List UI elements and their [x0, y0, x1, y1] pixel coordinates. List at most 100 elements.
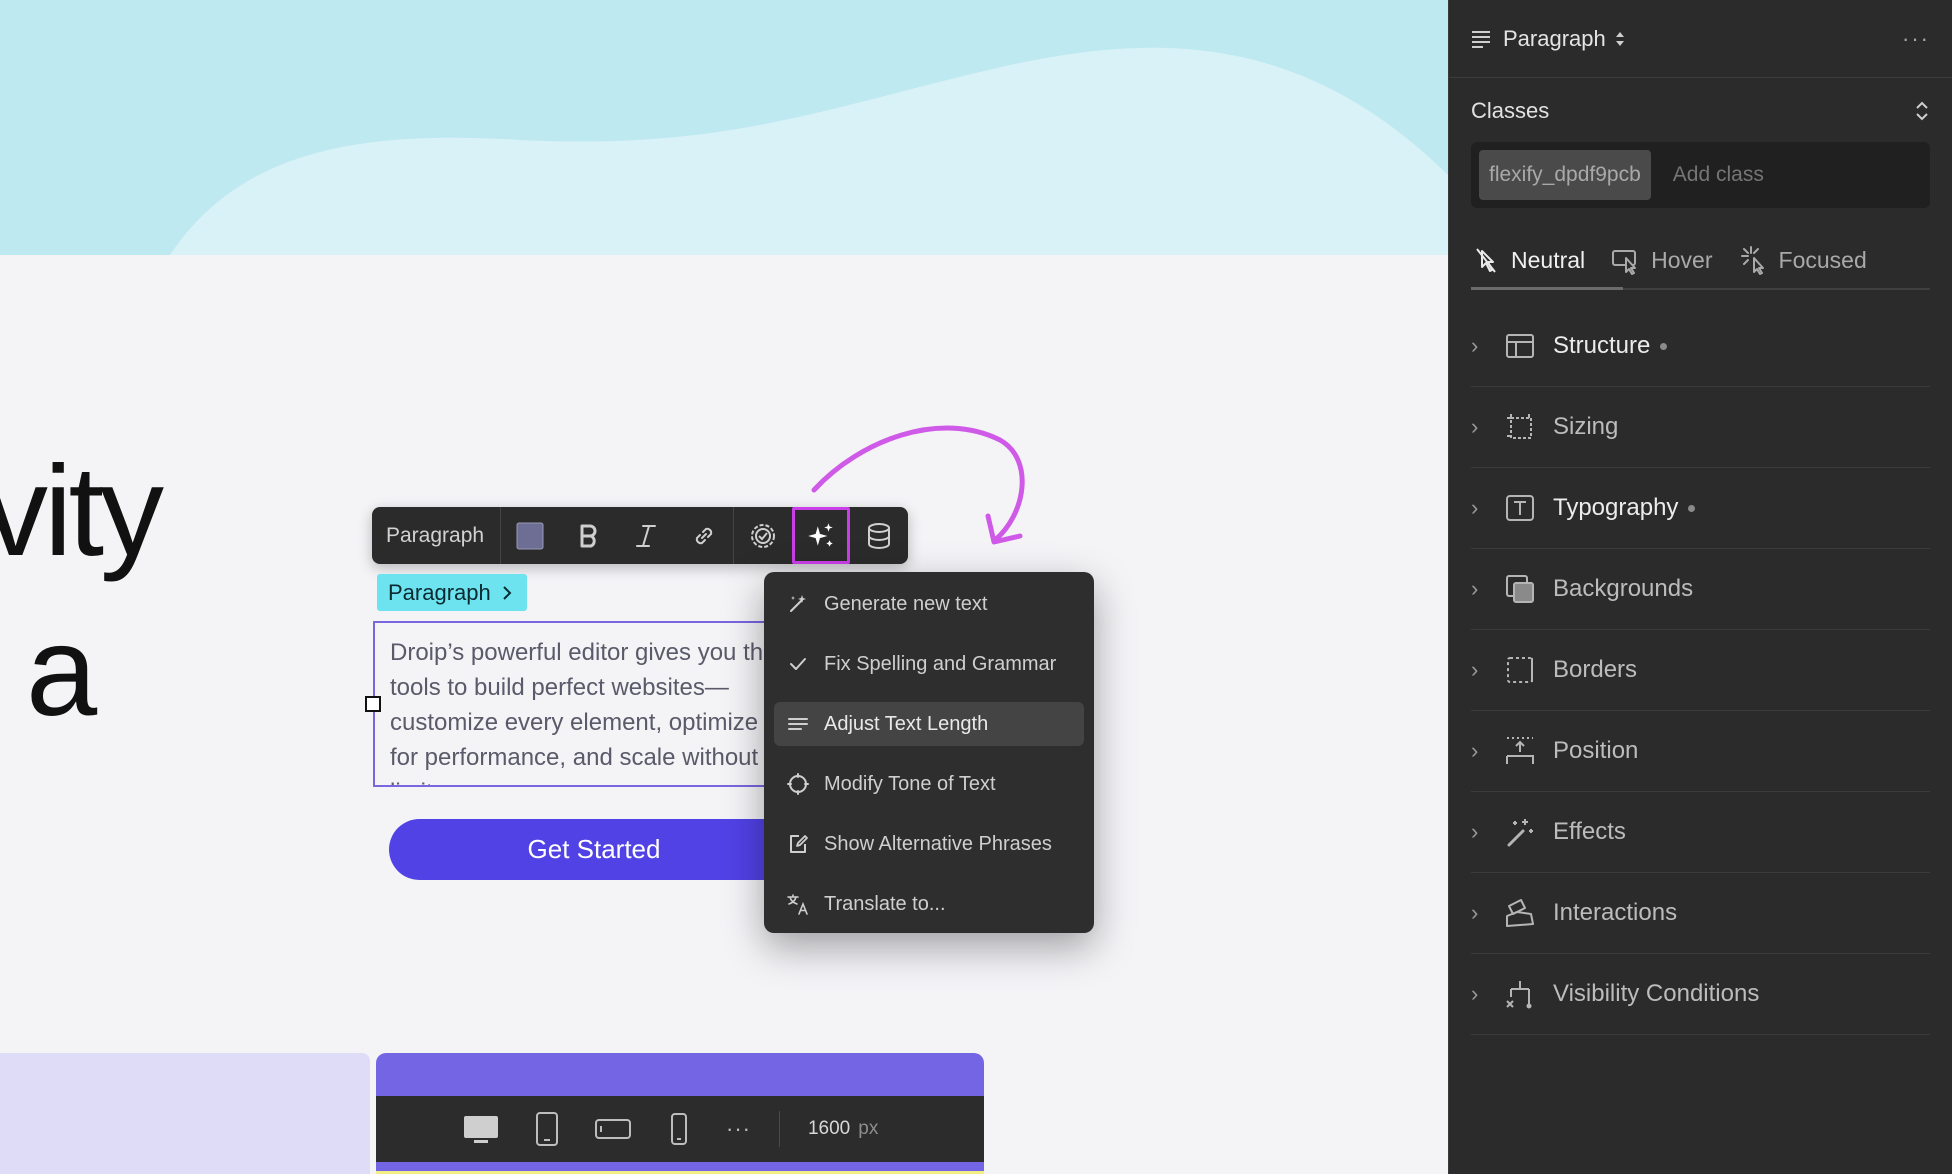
- tab-label: Hover: [1651, 246, 1713, 273]
- section-backgrounds[interactable]: › Backgrounds: [1471, 549, 1930, 630]
- ai-alternative-phrases[interactable]: Show Alternative Phrases: [774, 822, 1084, 866]
- conditions-icon: [1506, 981, 1532, 1009]
- design-canvas[interactable]: vity a Paragraph Paragraph Droip’s power…: [0, 0, 1448, 1174]
- italic-button[interactable]: [617, 507, 675, 564]
- panel-header: Paragraph ···: [1449, 0, 1952, 78]
- add-class-input[interactable]: [1672, 163, 1873, 187]
- ai-item-label: Adjust Text Length: [824, 712, 989, 735]
- focused-state-icon: [1740, 246, 1764, 275]
- modified-dot: [1660, 342, 1668, 350]
- more-devices-button[interactable]: ···: [726, 1116, 751, 1142]
- border-icon: [1507, 657, 1533, 683]
- position-icon: [1506, 737, 1534, 764]
- style-sections: › Structure › Sizing › Typography › Back…: [1449, 306, 1952, 1035]
- mobile-icon[interactable]: [660, 1112, 698, 1146]
- ai-item-label: Generate new text: [824, 592, 988, 615]
- paragraph-icon: [1472, 30, 1490, 48]
- section-sizing[interactable]: › Sizing: [1471, 387, 1930, 468]
- tab-neutral[interactable]: Neutral: [1471, 245, 1585, 275]
- tab-focused[interactable]: Focused: [1739, 245, 1867, 275]
- classes-header: Classes: [1449, 80, 1952, 142]
- chevron-right-icon: ›: [1471, 333, 1479, 358]
- link-button[interactable]: [675, 507, 733, 564]
- chevron-right-icon: ›: [1471, 738, 1479, 763]
- tab-label: Focused: [1778, 246, 1867, 273]
- section-label: Sizing: [1553, 413, 1619, 440]
- section-borders[interactable]: › Borders: [1471, 630, 1930, 711]
- section-effects[interactable]: › Effects: [1471, 792, 1930, 873]
- ai-actions-menu: Generate new text Fix Spelling and Gramm…: [764, 572, 1094, 933]
- chevron-right-icon: ›: [1471, 495, 1479, 520]
- link-icon: [695, 527, 713, 544]
- ai-item-label: Translate to...: [824, 892, 946, 915]
- resize-handle[interactable]: [365, 696, 381, 712]
- interactions-icon: [1506, 899, 1534, 927]
- chevron-right-icon: ›: [1471, 576, 1479, 601]
- color-swatch-icon: [516, 522, 544, 549]
- section-label: Structure: [1553, 332, 1651, 359]
- section-structure[interactable]: › Structure: [1471, 306, 1930, 387]
- section-label: Position: [1553, 737, 1639, 764]
- text-color-button[interactable]: [501, 507, 559, 564]
- ai-assistant-button[interactable]: [792, 507, 850, 564]
- chevron-right-icon: ›: [1471, 900, 1479, 925]
- chevron-right-icon: ›: [1471, 819, 1479, 844]
- classes-label: Classes: [1471, 98, 1550, 123]
- get-started-button[interactable]: Get Started: [389, 819, 799, 880]
- tone-icon: [787, 773, 809, 795]
- ai-item-label: Fix Spelling and Grammar: [824, 652, 1057, 675]
- selected-paragraph[interactable]: Droip’s powerful editor gives you the to…: [373, 621, 793, 787]
- active-tab-indicator: [1471, 287, 1623, 290]
- panel-more-button[interactable]: ···: [1902, 26, 1930, 52]
- class-chip[interactable]: flexify_dpdf9pcb: [1479, 150, 1651, 200]
- ai-adjust-length[interactable]: Adjust Text Length: [774, 702, 1084, 746]
- chevron-right-icon: ›: [1471, 981, 1479, 1006]
- sparkles-icon: [808, 522, 833, 547]
- magic-wand-icon: [790, 595, 806, 612]
- tag-dropdown[interactable]: Paragraph: [372, 507, 502, 564]
- database-icon: [867, 522, 890, 549]
- element-type-selector[interactable]: Paragraph: [1503, 26, 1606, 52]
- italic-icon: [636, 524, 657, 547]
- bold-icon: [580, 524, 597, 547]
- ai-item-label: Modify Tone of Text: [824, 772, 996, 795]
- lines-icon: [788, 718, 808, 730]
- section-position[interactable]: › Position: [1471, 711, 1930, 792]
- ai-modify-tone[interactable]: Modify Tone of Text: [774, 762, 1084, 806]
- chevron-right-icon: [503, 585, 512, 600]
- desktop-icon[interactable]: [462, 1112, 500, 1146]
- section-interactions[interactable]: › Interactions: [1471, 873, 1930, 954]
- element-label-tag[interactable]: Paragraph: [377, 574, 527, 611]
- edit-square-icon: [790, 835, 808, 853]
- section-typography[interactable]: › Typography: [1471, 468, 1930, 549]
- ai-generate-text[interactable]: Generate new text: [774, 582, 1084, 626]
- section-label: Interactions: [1553, 899, 1678, 926]
- section-preview-left: [0, 1053, 370, 1174]
- modified-dot: [1688, 504, 1696, 512]
- chevron-right-icon: ›: [1471, 414, 1479, 439]
- device-bar-divider: [778, 1111, 780, 1147]
- ai-item-label: Show Alternative Phrases: [824, 832, 1052, 855]
- ai-fix-spelling[interactable]: Fix Spelling and Grammar: [774, 642, 1084, 686]
- check-icon: [790, 658, 806, 670]
- canvas-width-value[interactable]: 1600: [808, 1118, 850, 1140]
- device-switcher-bar: ··· 1600 px: [376, 1096, 984, 1162]
- effects-icon: [1507, 819, 1533, 847]
- chevron-right-icon: ›: [1471, 657, 1479, 682]
- bold-button[interactable]: [559, 507, 617, 564]
- dynamic-data-button[interactable]: [850, 507, 908, 564]
- hover-state-icon: [1612, 250, 1637, 275]
- heading-fragment-1: vity: [0, 440, 164, 583]
- tab-hover[interactable]: Hover: [1611, 245, 1713, 275]
- ai-translate[interactable]: Translate to...: [774, 882, 1084, 926]
- element-settings-button[interactable]: [734, 507, 792, 564]
- tablet-landscape-icon[interactable]: [594, 1112, 632, 1146]
- expand-collapse-icon[interactable]: [1914, 100, 1930, 122]
- typography-icon: [1506, 495, 1534, 521]
- tablet-icon[interactable]: [528, 1112, 566, 1146]
- text-toolbar: Paragraph: [372, 507, 908, 564]
- gear-icon: [751, 523, 775, 548]
- sort-arrows-icon: [1615, 31, 1624, 46]
- element-label-text: Paragraph: [388, 579, 491, 605]
- section-visibility-conditions[interactable]: › Visibility Conditions: [1471, 954, 1930, 1035]
